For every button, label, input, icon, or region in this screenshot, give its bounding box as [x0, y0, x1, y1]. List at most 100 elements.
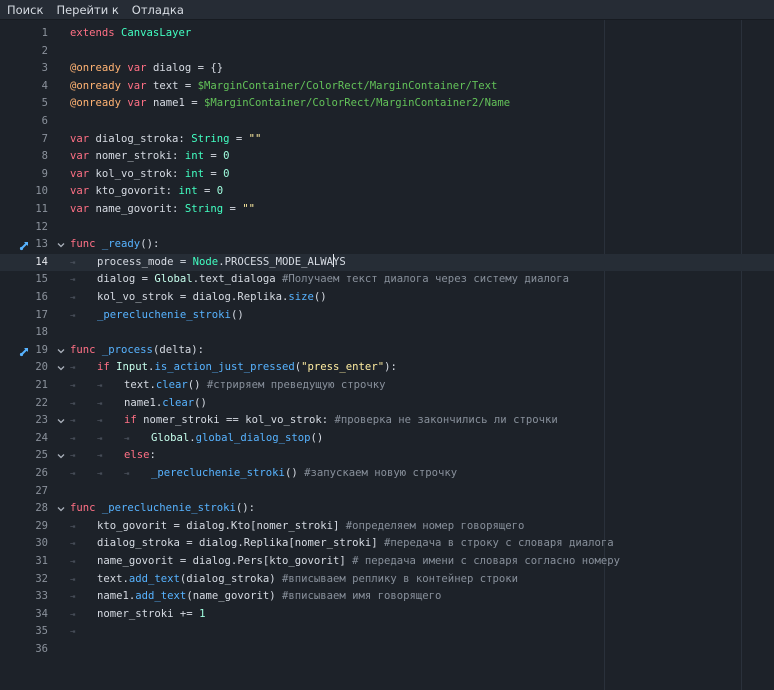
code-line[interactable]: 25 else: — [0, 447, 774, 465]
fold-arrow-icon[interactable] — [57, 452, 65, 460]
code-line[interactable]: 18 — [0, 324, 774, 342]
code-line[interactable]: 26 _perecluchenie_stroki() #запускаем нов… — [0, 465, 774, 483]
code-line[interactable]: 14 process_mode = Node.PROCESS_MODE_ALWAY… — [0, 253, 774, 273]
menu-go-to[interactable]: Перейти к — [49, 3, 124, 17]
tab-indent-icon — [70, 536, 97, 554]
code-text[interactable]: kto_govorit = dialog.Kto[nomer_stroki] #… — [70, 518, 524, 537]
code-line[interactable]: 13 func _ready(): — [0, 236, 774, 254]
code-text[interactable]: process_mode = Node.PROCESS_MODE_ALWAYS — [70, 253, 346, 273]
code-line[interactable]: 7 var dialog_stroka: String = "" — [0, 131, 774, 149]
code-line[interactable]: 6 — [0, 113, 774, 131]
line-number: 27 — [35, 484, 48, 497]
fold-arrow-icon[interactable] — [57, 241, 65, 249]
code-line[interactable]: 16 kol_vo_strok = dialog.Replika.size() — [0, 289, 774, 307]
code-text[interactable] — [70, 623, 97, 642]
code-line[interactable]: 35 — [0, 623, 774, 641]
code-text[interactable]: @onready var dialog = {} — [70, 60, 223, 78]
code-line[interactable]: 3 @onready var dialog = {} — [0, 60, 774, 78]
menu-search[interactable]: Поиск — [0, 3, 49, 17]
code-token: kol_vo_strok: — [89, 167, 185, 180]
code-line[interactable]: 23 if nomer_stroki == kol_vo_strok: #пров… — [0, 412, 774, 430]
code-text[interactable]: nomer_stroki += 1 — [70, 606, 205, 625]
code-token: Global — [154, 273, 193, 286]
code-token: : — [149, 449, 156, 462]
code-line[interactable]: 11 var name_govorit: String = "" — [0, 201, 774, 219]
code-token: text. — [124, 379, 156, 391]
code-text[interactable]: _perecluchenie_stroki() #запускаем новую… — [70, 465, 457, 484]
code-line[interactable]: 34 nomer_stroki += 1 — [0, 606, 774, 624]
code-token: = — [203, 150, 224, 163]
code-line[interactable]: 29 kto_govorit = dialog.Kto[nomer_stroki]… — [0, 518, 774, 536]
code-token: 0 — [216, 185, 224, 198]
code-line[interactable]: 17 _perecluchenie_stroki() — [0, 307, 774, 325]
code-text[interactable]: var nomer_stroki: int = 0 — [70, 148, 229, 166]
code-line[interactable]: 22 name1.clear() — [0, 395, 774, 413]
code-token: clear — [162, 396, 195, 409]
code-text[interactable]: dialog = Global.text_dialoga #Получаем т… — [70, 271, 569, 290]
code-text[interactable]: var kto_govorit: int = 0 — [70, 183, 223, 201]
code-line[interactable]: 32 text.add_text(dialog_stroka) #вписывае… — [0, 571, 774, 589]
code-line[interactable]: 19 func _process(delta): — [0, 342, 774, 360]
code-line[interactable]: 36 — [0, 641, 774, 659]
tab-indent-icon — [97, 378, 124, 396]
code-text[interactable]: extends CanvasLayer — [70, 25, 191, 43]
fold-arrow-icon[interactable] — [57, 505, 65, 513]
code-line[interactable]: 20 if Input.is_action_just_pressed("press… — [0, 359, 774, 377]
code-text[interactable]: func _perecluchenie_stroki(): — [70, 500, 255, 518]
code-line[interactable]: 1 extends CanvasLayer — [0, 25, 774, 43]
code-line[interactable]: 15 dialog = Global.text_dialoga #Получаем… — [0, 271, 774, 289]
code-text[interactable]: var name_govorit: String = "" — [70, 201, 255, 219]
code-token: = — [229, 132, 249, 145]
line-number: 4 — [41, 79, 48, 92]
code-token: $MarginContainer/ColorRect/MarginContain… — [203, 97, 511, 110]
code-token: #запускаем новую строчку — [304, 467, 458, 479]
code-token: Node — [192, 255, 219, 268]
code-line[interactable]: 12 — [0, 219, 774, 237]
code-text[interactable]: kol_vo_strok = dialog.Replika.size() — [70, 289, 327, 308]
code-text[interactable]: name1.add_text(name_govorit) #вписываем … — [70, 588, 441, 607]
code-token: func — [70, 343, 96, 356]
code-line[interactable]: 5 @onready var name1 = $MarginContainer/C… — [0, 95, 774, 113]
code-token: var — [127, 79, 147, 92]
code-line[interactable]: 4 @onready var text = $MarginContainer/Co… — [0, 78, 774, 96]
code-token: Global — [151, 431, 190, 444]
code-line[interactable]: 28 func _perecluchenie_stroki(): — [0, 500, 774, 518]
code-text[interactable]: Global.global_dialog_stop() — [70, 430, 323, 449]
code-line[interactable]: 24 Global.global_dialog_stop() — [0, 430, 774, 448]
code-line[interactable]: 8 var nomer_stroki: int = 0 — [0, 148, 774, 166]
code-text[interactable]: if nomer_stroki == kol_vo_strok: #провер… — [70, 412, 558, 431]
code-text[interactable]: text.clear() #стриряем преведущую строчк… — [70, 377, 386, 396]
code-text[interactable]: if Input.is_action_just_pressed("press_e… — [70, 359, 397, 378]
code-text[interactable]: name_govorit = dialog.Pers[kto_govorit] … — [70, 553, 620, 572]
code-text[interactable]: @onready var name1 = $MarginContainer/Co… — [70, 95, 510, 113]
code-text[interactable]: @onready var text = $MarginContainer/Col… — [70, 78, 497, 96]
code-token: name1. — [97, 590, 136, 603]
code-line[interactable]: 33 name1.add_text(name_govorit) #вписывае… — [0, 588, 774, 606]
fold-arrow-icon[interactable] — [57, 347, 65, 355]
code-line[interactable]: 31 name_govorit = dialog.Pers[kto_govorit… — [0, 553, 774, 571]
code-text[interactable]: name1.clear() — [70, 395, 207, 414]
code-text[interactable]: func _ready(): — [70, 236, 159, 254]
code-text[interactable]: var dialog_stroka: String = "" — [70, 131, 261, 149]
fold-arrow-icon[interactable] — [57, 417, 65, 425]
menu-debug[interactable]: Отладка — [125, 3, 190, 17]
fold-arrow-icon[interactable] — [57, 364, 65, 372]
code-text[interactable]: func _process(delta): — [70, 342, 204, 360]
tab-indent-icon — [70, 272, 97, 290]
tab-indent-icon — [70, 589, 97, 607]
code-text[interactable]: else: — [70, 447, 156, 466]
code-line[interactable]: 9 var kol_vo_strok: int = 0 — [0, 166, 774, 184]
code-line[interactable]: 21 text.clear() #стриряем преведущую стро… — [0, 377, 774, 395]
code-editor[interactable]: 1 extends CanvasLayer 2 3 @onready var dialo… — [0, 20, 774, 690]
code-line[interactable]: 2 — [0, 43, 774, 61]
code-line[interactable]: 30 dialog_stroka = dialog.Replika[nomer_s… — [0, 535, 774, 553]
code-text[interactable]: var kol_vo_strok: int = 0 — [70, 166, 229, 184]
code-text[interactable]: dialog_stroka = dialog.Replika[nomer_str… — [70, 535, 614, 554]
code-text[interactable]: _perecluchenie_stroki() — [70, 307, 244, 326]
code-text[interactable]: text.add_text(dialog_stroka) #вписываем … — [70, 571, 518, 590]
code-line[interactable]: 10 var kto_govorit: int = 0 — [0, 183, 774, 201]
code-line[interactable]: 27 — [0, 483, 774, 501]
line-number: 22 — [35, 396, 48, 409]
code-token: name1 = — [146, 97, 204, 110]
tab-indent-icon — [70, 519, 97, 537]
